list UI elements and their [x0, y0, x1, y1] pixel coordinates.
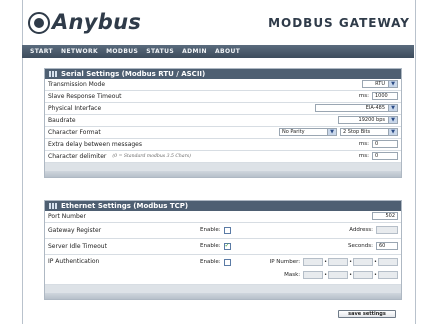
- ip-auth-checkbox[interactable]: [223, 258, 231, 266]
- ethernet-panel-title: Ethernet Settings (Modbus TCP): [61, 202, 189, 210]
- character-format-label: Character Format: [48, 129, 101, 136]
- address-label: Address:: [349, 227, 373, 233]
- gateway-register-checkbox[interactable]: [223, 226, 231, 234]
- product-name: MODBUS GATEWAY: [268, 16, 410, 30]
- physical-interface-label: Physical Interface: [48, 105, 102, 112]
- dot-separator: •: [324, 272, 328, 278]
- ip-number-label: IP Number:: [269, 259, 301, 265]
- parity-value: No Parity: [282, 129, 305, 135]
- nav-modbus[interactable]: MODBUS: [102, 48, 142, 55]
- mask-octet-1[interactable]: [303, 271, 324, 279]
- extra-delay-unit: ms:: [358, 141, 369, 147]
- baudrate-select[interactable]: 19200 bps ▼: [338, 116, 398, 124]
- transmission-mode-row: Transmission Mode RTU ▼: [45, 79, 401, 91]
- slave-timeout-label: Slave Response Timeout: [48, 93, 122, 100]
- address-input[interactable]: [376, 226, 398, 234]
- ip-octet-3[interactable]: [353, 258, 374, 266]
- nav-about[interactable]: ABOUT: [211, 48, 244, 55]
- anybus-logo-icon: [28, 12, 50, 34]
- main-nav: START NETWORK MODBUS STATUS ADMIN ABOUT: [22, 45, 414, 58]
- char-delimiter-input[interactable]: 0: [372, 152, 398, 160]
- dot-separator: •: [349, 259, 353, 265]
- stop-bits-select[interactable]: 2 Stop Bits ▼: [340, 128, 398, 136]
- header: Anybus MODBUS GATEWAY: [22, 0, 414, 44]
- ip-auth-row: IP Authentication Enable: IP Number: • •…: [45, 255, 401, 285]
- dot-separator: •: [324, 259, 328, 265]
- server-idle-enable-label: Enable:: [200, 243, 221, 249]
- nav-admin[interactable]: ADMIN: [178, 48, 211, 55]
- seconds-input[interactable]: 60: [376, 242, 398, 250]
- ethernet-settings-panel: Ethernet Settings (Modbus TCP) Port Numb…: [44, 200, 402, 300]
- char-delimiter-note: (0 = Standard modbus 3.5 Chars): [112, 154, 191, 159]
- slave-timeout-unit: ms:: [358, 93, 369, 99]
- ip-octet-1[interactable]: [303, 258, 324, 266]
- char-delimiter-unit: ms:: [358, 153, 369, 159]
- char-delimiter-row: Character delimiter (0 = Standard modbus…: [45, 151, 401, 163]
- ethernet-panel-header: Ethernet Settings (Modbus TCP): [45, 201, 401, 211]
- ip-auth-enable-label: Enable:: [200, 259, 221, 265]
- transmission-mode-select[interactable]: RTU ▼: [362, 80, 398, 88]
- slave-timeout-row: Slave Response Timeout ms: 1000: [45, 91, 401, 103]
- seconds-label: Seconds:: [348, 243, 373, 249]
- parity-select[interactable]: No Parity ▼: [279, 128, 337, 136]
- chevron-down-icon: ▼: [388, 81, 397, 87]
- mask-octet-4[interactable]: [378, 271, 398, 279]
- serial-panel-header: Serial Settings (Modbus RTU / ASCII): [45, 69, 401, 79]
- chevron-down-icon: ▼: [327, 129, 336, 135]
- save-settings-button[interactable]: save settings: [338, 310, 396, 318]
- ethernet-panel-footer: [45, 293, 401, 299]
- grid-icon: [49, 203, 57, 209]
- chevron-down-icon: ▼: [388, 117, 397, 123]
- baudrate-row: Baudrate 19200 bps ▼: [45, 115, 401, 127]
- mask-octet-2[interactable]: [328, 271, 349, 279]
- nav-status[interactable]: STATUS: [142, 48, 178, 55]
- dot-separator: •: [374, 272, 377, 278]
- extra-delay-row: Extra delay between messages ms: 0: [45, 139, 401, 151]
- brand-name: Anybus: [52, 10, 142, 34]
- port-number-row: Port Number 502: [45, 211, 401, 223]
- dot-separator: •: [374, 259, 377, 265]
- port-number-input[interactable]: 502: [372, 212, 398, 220]
- gateway-register-enable-label: Enable:: [200, 227, 221, 233]
- dot-separator: •: [349, 272, 353, 278]
- baudrate-label: Baudrate: [48, 117, 76, 124]
- serial-settings-panel: Serial Settings (Modbus RTU / ASCII) Tra…: [44, 68, 402, 178]
- physical-interface-row: Physical Interface EIA-485 ▼: [45, 103, 401, 115]
- gateway-register-label: Gateway Register: [48, 227, 102, 234]
- grid-icon: [49, 71, 57, 77]
- serial-panel-spacer: [45, 163, 401, 171]
- stop-bits-value: 2 Stop Bits: [343, 129, 371, 135]
- extra-delay-label: Extra delay between messages: [48, 141, 142, 148]
- baudrate-value: 19200 bps: [358, 117, 385, 123]
- extra-delay-input[interactable]: 0: [372, 140, 398, 148]
- server-idle-checkbox[interactable]: ✓: [223, 242, 231, 250]
- port-number-label: Port Number: [48, 213, 86, 220]
- gateway-register-row: Gateway Register Enable: Address:: [45, 223, 401, 239]
- serial-panel-title: Serial Settings (Modbus RTU / ASCII): [61, 70, 206, 78]
- ip-octet-2[interactable]: [328, 258, 349, 266]
- server-idle-label: Server Idle Timeout: [48, 243, 107, 250]
- ip-auth-label: IP Authentication: [48, 258, 100, 265]
- nav-network[interactable]: NETWORK: [57, 48, 102, 55]
- transmission-mode-label: Transmission Mode: [48, 81, 106, 88]
- chevron-down-icon: ▼: [388, 105, 397, 111]
- server-idle-row: Server Idle Timeout Enable: ✓ Seconds: 6…: [45, 239, 401, 255]
- transmission-mode-value: RTU: [375, 81, 385, 87]
- chevron-down-icon: ▼: [388, 129, 397, 135]
- serial-panel-footer: [45, 171, 401, 177]
- mask-octet-3[interactable]: [353, 271, 374, 279]
- physical-interface-value: EIA-485: [365, 105, 385, 111]
- char-delimiter-label: Character delimiter: [48, 153, 107, 160]
- slave-timeout-input[interactable]: 1000: [372, 92, 398, 100]
- ip-octet-4[interactable]: [378, 258, 398, 266]
- character-format-row: Character Format No Parity ▼ 2 Stop Bits…: [45, 127, 401, 139]
- mask-label: Mask:: [284, 272, 301, 278]
- physical-interface-select[interactable]: EIA-485 ▼: [315, 104, 398, 112]
- nav-start[interactable]: START: [22, 48, 57, 55]
- ethernet-panel-spacer: [45, 285, 401, 293]
